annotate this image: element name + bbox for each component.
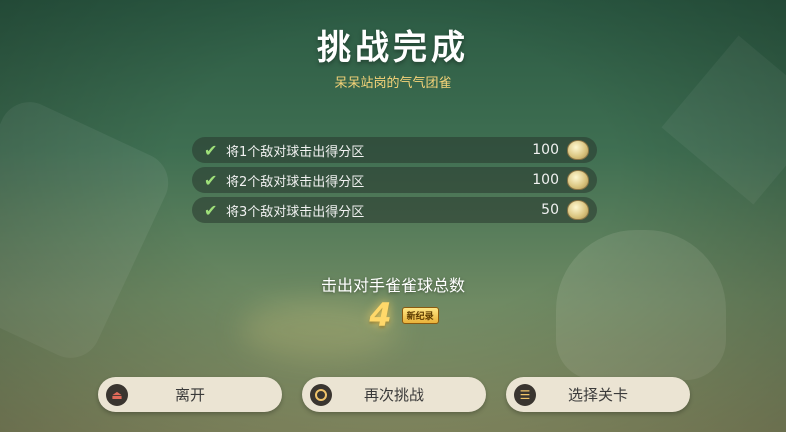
select-level-button-label: 选择关卡: [567, 386, 628, 404]
menu-icon: ☰: [514, 384, 536, 406]
task-label: 将1个敌对球击出得分区: [226, 144, 365, 160]
check-icon: ✔: [204, 200, 218, 220]
total-row: 4 新纪录: [0, 296, 786, 334]
task-reward: 100: [532, 172, 559, 188]
page-title: 挑战完成: [317, 28, 469, 68]
coin-icon: [567, 200, 589, 220]
level-subtitle: 呆呆站岗的气气团雀: [334, 76, 452, 91]
task-item: ✔ 将1个敌对球击出得分区 100: [192, 137, 597, 163]
check-icon: ✔: [204, 140, 218, 160]
total-value: 4: [369, 296, 392, 334]
select-level-button[interactable]: ☰ 选择关卡: [506, 377, 690, 412]
task-reward: 50: [541, 202, 559, 218]
circle-icon: [310, 384, 332, 406]
retry-button-label: 再次挑战: [363, 386, 424, 404]
task-list: ✔ 将1个敌对球击出得分区 100 ✔ 将2个敌对球击出得分区 100 ✔ 将3…: [192, 137, 597, 227]
task-label: 将2个敌对球击出得分区: [226, 174, 365, 190]
total-label: 击出对手雀雀球总数: [320, 276, 465, 295]
new-record-badge: 新纪录: [401, 306, 439, 324]
retry-button[interactable]: 再次挑战: [302, 377, 486, 412]
check-icon: ✔: [204, 170, 218, 190]
task-label: 将3个敌对球击出得分区: [226, 204, 365, 220]
leave-button[interactable]: ⏏ 离开: [98, 377, 282, 412]
task-item: ✔ 将3个敌对球击出得分区 50: [192, 197, 597, 223]
leave-button-label: 离开: [174, 386, 205, 404]
coin-icon: [567, 170, 589, 190]
coin-icon: [567, 140, 589, 160]
exit-door-icon: ⏏: [106, 384, 128, 406]
task-reward: 100: [532, 142, 559, 158]
task-item: ✔ 将2个敌对球击出得分区 100: [192, 167, 597, 193]
